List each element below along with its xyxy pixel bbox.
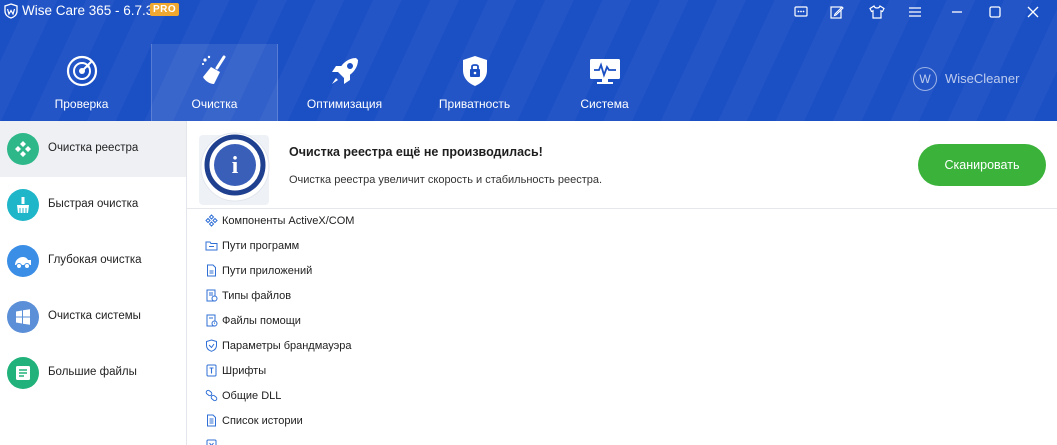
font-icon xyxy=(206,364,217,377)
sidebar-item-label: Быстрая очистка xyxy=(48,198,139,210)
app-logo-icon xyxy=(4,3,18,19)
feedback-button[interactable] xyxy=(791,3,811,21)
list-item-label: Пути приложений xyxy=(222,265,313,277)
maximize-icon xyxy=(989,6,1001,18)
skin-button[interactable] xyxy=(867,3,887,21)
sidebar-item-big-files[interactable]: Большие файлы xyxy=(0,345,186,401)
list-item-label: Параметры брандмауэра xyxy=(222,340,352,352)
sidebar-item-label: Очистка системы xyxy=(48,310,141,322)
list-item-label: Список истории xyxy=(222,415,303,427)
list-item-label: Типы файлов xyxy=(222,290,292,302)
firewall-icon xyxy=(206,339,217,352)
list-item[interactable]: Параметры брандмауэра xyxy=(205,337,605,355)
header: Wise Care 365 - 6.7.3 PRO Проверка Очист… xyxy=(0,0,1057,121)
list-item[interactable] xyxy=(205,437,605,445)
sidebar-item-deep-clean[interactable]: Глубокая очистка xyxy=(0,233,186,289)
sidebar-item-quick-clean[interactable]: Быстрая очистка xyxy=(0,177,186,233)
title-bar: Wise Care 365 - 6.7.3 PRO xyxy=(0,0,1057,24)
svg-text:i: i xyxy=(232,153,239,179)
menu-icon xyxy=(909,7,921,17)
tab-check-label: Проверка xyxy=(54,97,109,111)
activex-icon xyxy=(205,214,218,227)
banner-title: Очистка реестра ещё не производилась! xyxy=(289,145,543,159)
close-icon xyxy=(1027,6,1039,18)
document-icon xyxy=(207,264,216,277)
status-banner: i Очистка реестра ещё не производилась! … xyxy=(187,121,1057,209)
list-item[interactable]: Компоненты ActiveX/COM xyxy=(205,212,605,230)
main-panel: i Очистка реестра ещё не производилась! … xyxy=(187,121,1057,445)
tab-system[interactable]: Система xyxy=(541,44,668,121)
menu-button[interactable] xyxy=(905,3,925,21)
info-icon: i xyxy=(199,132,270,205)
scan-button[interactable]: Сканировать xyxy=(918,144,1046,186)
brand-logo: W xyxy=(913,67,937,91)
feedback-icon xyxy=(794,6,808,17)
minimize-icon xyxy=(952,11,962,13)
help-file-icon xyxy=(206,314,218,327)
sidebar-item-label: Глубокая очистка xyxy=(48,254,142,266)
deep-clean-icon xyxy=(7,245,39,277)
sidebar: Очистка реестра Быстрая очистка Глубокая… xyxy=(0,121,187,445)
brand-name: WiseCleaner xyxy=(945,71,1020,86)
list-item-label: Шрифты xyxy=(222,365,267,377)
link-icon xyxy=(205,389,218,402)
history-icon xyxy=(207,414,216,427)
banner-subtitle: Очистка реестра увеличит скорость и стаб… xyxy=(289,174,603,186)
broom-icon xyxy=(201,55,225,84)
list-item-label: Общие DLL xyxy=(222,390,282,402)
close-button[interactable] xyxy=(1023,3,1043,21)
list-item-label: Пути программ xyxy=(222,240,300,252)
radar-icon xyxy=(66,55,97,87)
tab-privacy-label: Приватность xyxy=(438,97,511,111)
quick-clean-icon xyxy=(7,189,39,221)
tab-check[interactable]: Проверка xyxy=(18,44,145,121)
sidebar-item-label: Большие файлы xyxy=(48,366,137,378)
list-item[interactable]: Пути программ xyxy=(205,237,605,255)
windows-icon xyxy=(7,301,39,333)
list-item[interactable]: Файлы помощи xyxy=(205,312,605,330)
tab-optimize-label: Оптимизация xyxy=(306,97,383,111)
big-files-icon xyxy=(7,357,39,389)
maximize-button[interactable] xyxy=(985,3,1005,21)
list-item[interactable]: Шрифты xyxy=(205,362,605,380)
shield-lock-icon xyxy=(462,56,487,86)
list-item[interactable]: Общие DLL xyxy=(205,387,605,405)
sidebar-item-label: Очистка реестра xyxy=(48,142,139,154)
list-item-label: Файлы помощи xyxy=(222,315,301,327)
tab-privacy[interactable]: Приватность xyxy=(411,44,538,121)
file-types-icon xyxy=(206,289,218,302)
list-item[interactable]: Список истории xyxy=(205,412,605,430)
registry-icon xyxy=(7,133,39,165)
app-window: Wise Care 365 - 6.7.3 PRO Проверка Очист… xyxy=(0,0,1057,445)
tab-clean-label: Очистка xyxy=(191,97,238,111)
sidebar-item-system-clean[interactable]: Очистка системы xyxy=(0,289,186,345)
tab-optimize[interactable]: Оптимизация xyxy=(281,44,408,121)
monitor-icon xyxy=(589,59,620,84)
folder-icon xyxy=(205,241,218,251)
list-item-icon xyxy=(206,439,217,445)
tab-system-label: Система xyxy=(580,97,629,111)
app-title: Wise Care 365 - 6.7.3 xyxy=(22,3,154,18)
edit-button[interactable] xyxy=(827,3,847,21)
tab-clean[interactable]: Очистка xyxy=(151,44,278,121)
list-item[interactable]: Типы файлов xyxy=(205,287,605,305)
edit-icon xyxy=(830,6,844,19)
list-item-label: Компоненты ActiveX/COM xyxy=(222,215,355,227)
rocket-icon xyxy=(331,58,358,84)
sidebar-item-registry-clean[interactable]: Очистка реестра xyxy=(0,121,186,177)
minimize-button[interactable] xyxy=(947,3,967,21)
skin-icon xyxy=(869,5,885,19)
pro-badge: PRO xyxy=(150,3,180,16)
list-item[interactable]: Пути приложений xyxy=(205,262,605,280)
